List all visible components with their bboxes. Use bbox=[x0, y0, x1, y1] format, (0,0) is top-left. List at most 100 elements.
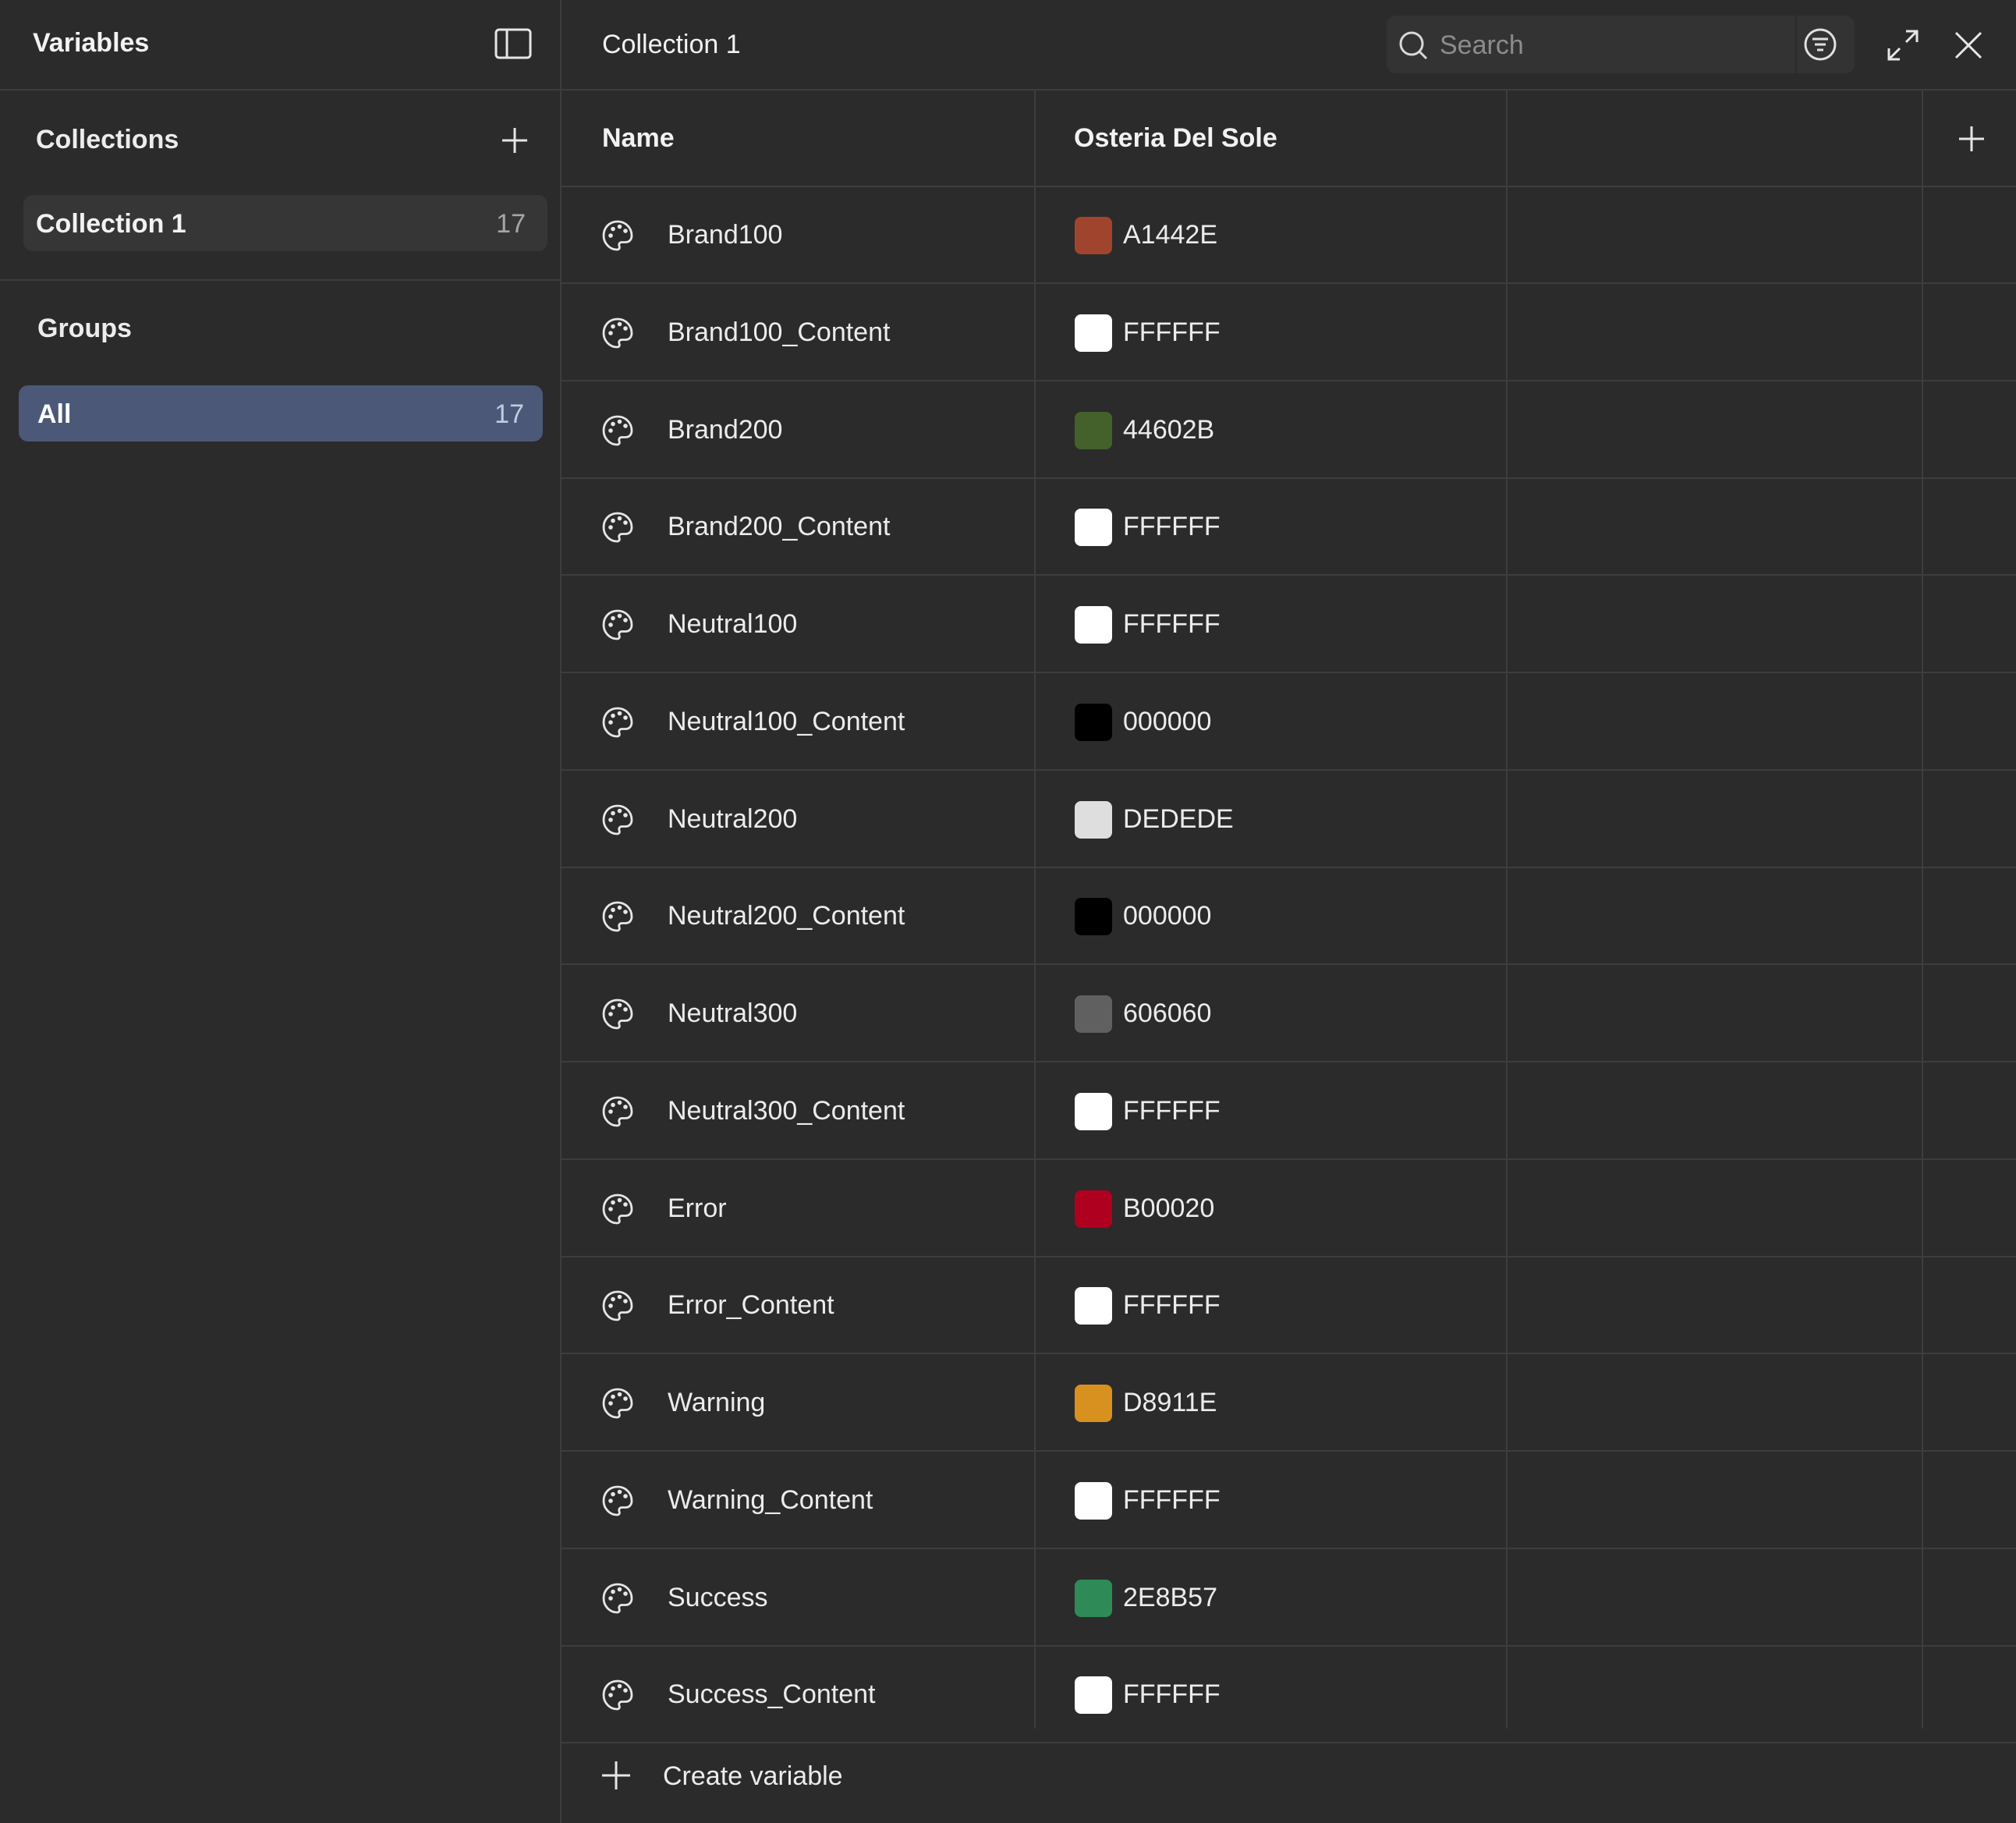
plus-icon bbox=[602, 1761, 630, 1789]
color-swatch[interactable] bbox=[1075, 314, 1112, 352]
table-row[interactable]: Brand200_Content FFFFFF bbox=[562, 479, 2016, 576]
filter-icon[interactable] bbox=[1797, 19, 1844, 70]
sidebar: Variables Collections Collection 1 17 Gr… bbox=[0, 0, 562, 1823]
add-collection-plus-icon[interactable] bbox=[499, 125, 530, 156]
variable-name[interactable]: Error_Content bbox=[668, 1290, 834, 1321]
color-swatch[interactable] bbox=[1075, 1481, 1112, 1520]
color-value[interactable]: DEDEDE bbox=[1123, 804, 1234, 835]
color-value[interactable]: D8911E bbox=[1123, 1388, 1217, 1418]
color-swatch[interactable] bbox=[1075, 898, 1112, 936]
sidebar-title: Variables bbox=[33, 28, 150, 58]
collections-section: Collections Collection 1 17 bbox=[0, 90, 562, 281]
variable-name[interactable]: Brand100 bbox=[668, 220, 782, 250]
variable-name[interactable]: Warning_Content bbox=[668, 1485, 873, 1516]
variable-name[interactable]: Brand100_Content bbox=[668, 317, 890, 348]
groups-heading: Groups bbox=[37, 314, 132, 343]
variable-name[interactable]: Warning bbox=[668, 1388, 765, 1418]
color-swatch[interactable] bbox=[1075, 1092, 1112, 1130]
table-row[interactable]: Brand100 A1442E bbox=[562, 187, 2016, 284]
color-swatch[interactable] bbox=[1075, 217, 1112, 254]
palette-icon bbox=[601, 1289, 635, 1323]
close-icon[interactable] bbox=[1951, 28, 1986, 62]
palette-icon bbox=[601, 413, 635, 448]
color-value[interactable]: FFFFFF bbox=[1123, 1679, 1221, 1710]
color-swatch[interactable] bbox=[1075, 1287, 1112, 1325]
color-swatch[interactable] bbox=[1075, 1385, 1112, 1422]
variable-name[interactable]: Neutral200_Content bbox=[668, 901, 905, 931]
group-item-count: 17 bbox=[494, 399, 524, 429]
color-value[interactable]: FFFFFF bbox=[1123, 1096, 1221, 1126]
main-panel: Collection 1 Search Name Osteria Del Sol… bbox=[562, 0, 2016, 1823]
table-row[interactable]: Neutral100_Content 000000 bbox=[562, 674, 2016, 771]
variable-name[interactable]: Neutral300 bbox=[668, 998, 797, 1029]
color-swatch[interactable] bbox=[1075, 1579, 1112, 1617]
palette-icon bbox=[601, 705, 635, 739]
color-value[interactable]: FFFFFF bbox=[1123, 1290, 1221, 1321]
variable-name[interactable]: Neutral100 bbox=[668, 609, 797, 640]
palette-icon bbox=[601, 1581, 635, 1616]
palette-icon bbox=[601, 803, 635, 837]
table-row[interactable]: Error_Content FFFFFF bbox=[562, 1257, 2016, 1355]
table-row[interactable]: Success 2E8B57 bbox=[562, 1550, 2016, 1647]
variable-name[interactable]: Success_Content bbox=[668, 1679, 876, 1710]
collection-item[interactable]: Collection 1 17 bbox=[23, 195, 547, 251]
search-input[interactable] bbox=[1438, 27, 1777, 64]
color-value[interactable]: 44602B bbox=[1123, 415, 1214, 445]
table-row[interactable]: Warning D8911E bbox=[562, 1355, 2016, 1452]
table-row[interactable]: Neutral100 FFFFFF bbox=[562, 576, 2016, 673]
table-row[interactable]: Brand100_Content FFFFFF bbox=[562, 285, 2016, 381]
color-swatch[interactable] bbox=[1075, 1190, 1112, 1228]
sidebar-header: Variables bbox=[0, 0, 562, 90]
add-mode-plus-icon[interactable] bbox=[1956, 123, 1987, 154]
variable-name[interactable]: Success bbox=[668, 1583, 768, 1613]
variable-name[interactable]: Brand200_Content bbox=[668, 512, 890, 542]
palette-icon bbox=[601, 1094, 635, 1129]
table-row[interactable]: Brand200 44602B bbox=[562, 382, 2016, 479]
color-value[interactable]: A1442E bbox=[1123, 220, 1217, 250]
table-row[interactable]: Neutral300 606060 bbox=[562, 966, 2016, 1062]
palette-icon bbox=[601, 1678, 635, 1712]
variable-name[interactable]: Brand200 bbox=[668, 415, 782, 445]
color-value[interactable]: FFFFFF bbox=[1123, 1485, 1221, 1516]
color-value[interactable]: 2E8B57 bbox=[1123, 1583, 1217, 1613]
color-swatch[interactable] bbox=[1075, 606, 1112, 644]
color-value[interactable]: FFFFFF bbox=[1123, 317, 1221, 348]
table-header: Name Osteria Del Sole bbox=[562, 90, 2016, 187]
color-swatch[interactable] bbox=[1075, 509, 1112, 547]
search-icon bbox=[1399, 31, 1428, 60]
table-row[interactable]: Neutral200_Content 000000 bbox=[562, 868, 2016, 966]
expand-icon[interactable] bbox=[1886, 28, 1920, 62]
color-value[interactable]: FFFFFF bbox=[1123, 512, 1221, 542]
variable-name[interactable]: Error bbox=[668, 1193, 727, 1224]
palette-icon bbox=[601, 1484, 635, 1518]
palette-icon bbox=[601, 1386, 635, 1420]
color-swatch[interactable] bbox=[1075, 1676, 1112, 1715]
color-swatch[interactable] bbox=[1075, 800, 1112, 839]
column-header-name: Name bbox=[602, 123, 675, 153]
color-value[interactable]: 000000 bbox=[1123, 707, 1211, 737]
variable-name[interactable]: Neutral100_Content bbox=[668, 707, 905, 737]
color-value[interactable]: 000000 bbox=[1123, 901, 1211, 931]
color-swatch[interactable] bbox=[1075, 703, 1112, 741]
table-row[interactable]: Error B00020 bbox=[562, 1161, 2016, 1257]
create-variable-button[interactable]: Create variable bbox=[562, 1729, 2016, 1823]
column-header-mode[interactable]: Osteria Del Sole bbox=[1074, 123, 1277, 154]
table-row[interactable]: Neutral200 DEDEDE bbox=[562, 771, 2016, 868]
variables-window: Variables Collections Collection 1 17 Gr… bbox=[0, 0, 2016, 1823]
group-item-all[interactable]: All 17 bbox=[19, 385, 543, 442]
sidebar-toggle-icon[interactable] bbox=[494, 28, 532, 59]
table-row[interactable]: Neutral300_Content FFFFFF bbox=[562, 1063, 2016, 1160]
collection-item-label: Collection 1 bbox=[36, 209, 186, 239]
color-value[interactable]: FFFFFF bbox=[1123, 609, 1221, 640]
collections-heading: Collections bbox=[36, 125, 179, 154]
color-swatch[interactable] bbox=[1075, 411, 1112, 449]
variable-name[interactable]: Neutral300_Content bbox=[668, 1096, 905, 1126]
color-swatch[interactable] bbox=[1075, 995, 1112, 1033]
table-row[interactable]: Warning_Content FFFFFF bbox=[562, 1452, 2016, 1549]
palette-icon bbox=[601, 510, 635, 544]
page-title: Collection 1 bbox=[602, 30, 741, 59]
variable-name[interactable]: Neutral200 bbox=[668, 804, 797, 835]
palette-icon bbox=[601, 997, 635, 1031]
color-value[interactable]: B00020 bbox=[1123, 1193, 1214, 1224]
color-value[interactable]: 606060 bbox=[1123, 998, 1211, 1029]
